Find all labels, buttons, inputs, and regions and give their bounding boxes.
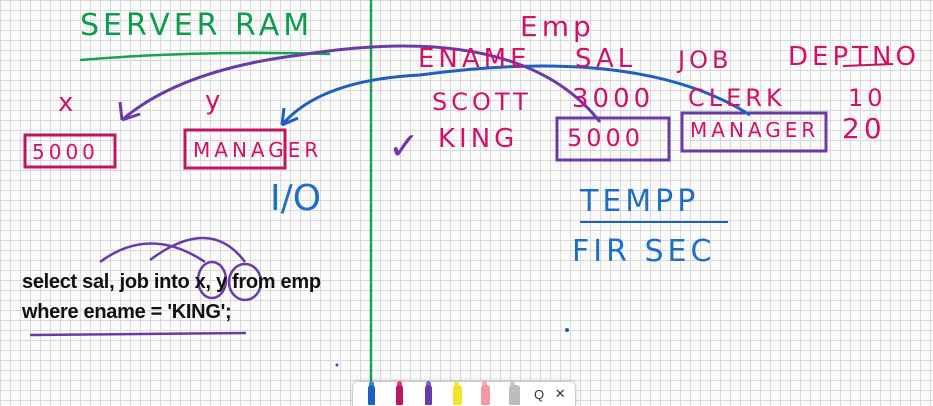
row2-sal: 5000 (567, 124, 645, 152)
magenta-pen-tool[interactable] (391, 381, 409, 405)
y-value: MANAGER (193, 138, 323, 162)
row1-job: CLERK (688, 84, 786, 112)
pen-icon (396, 381, 404, 405)
lasso-icon[interactable]: Q (534, 387, 544, 402)
row2-job: MANAGER (690, 118, 820, 142)
pen-icon (367, 381, 375, 405)
row1-sal: 3000 (572, 84, 655, 114)
x-value: 5000 (32, 140, 99, 164)
blue-pen-tool[interactable] (362, 381, 380, 405)
col-job: JOB (678, 46, 733, 74)
purple-pen-tool[interactable] (420, 381, 438, 405)
pink-highlighter-tool[interactable] (477, 381, 495, 405)
server-ram-title: SERVER RAM (80, 8, 314, 43)
row2-deptno: 20 (842, 112, 886, 145)
query-line-1: select sal, job into x, y from emp (22, 271, 321, 293)
tempp-note: TEMPP (580, 184, 700, 219)
eraser-tool[interactable] (505, 381, 523, 405)
col-deptno: DEPTNO (788, 42, 920, 72)
query-underline (29, 331, 247, 337)
col-ename: ENAME (418, 44, 531, 74)
highlighter-icon (481, 381, 491, 405)
close-icon[interactable]: ✕ (555, 386, 566, 402)
row2-ename: KING (438, 124, 519, 154)
io-note: I/O (270, 178, 322, 219)
ink-toolbar: Q ✕ (352, 381, 576, 406)
var-x-label: x (58, 88, 78, 118)
row1-ename: SCOTT (432, 88, 532, 116)
query-line-2: where ename = 'KING'; (22, 301, 232, 323)
row1-deptno: 10 (848, 84, 887, 112)
eraser-icon (508, 381, 520, 405)
fir-sec-note: FIR SEC (572, 234, 716, 269)
yellow-highlighter-tool[interactable] (448, 381, 466, 405)
highlighter-icon (452, 381, 462, 405)
col-sal: SAL (575, 44, 637, 74)
var-y-label: y (205, 86, 225, 116)
pen-icon (425, 381, 433, 405)
emp-table-title: Emp (520, 10, 595, 43)
checkmark-icon: ✓ (388, 124, 424, 168)
